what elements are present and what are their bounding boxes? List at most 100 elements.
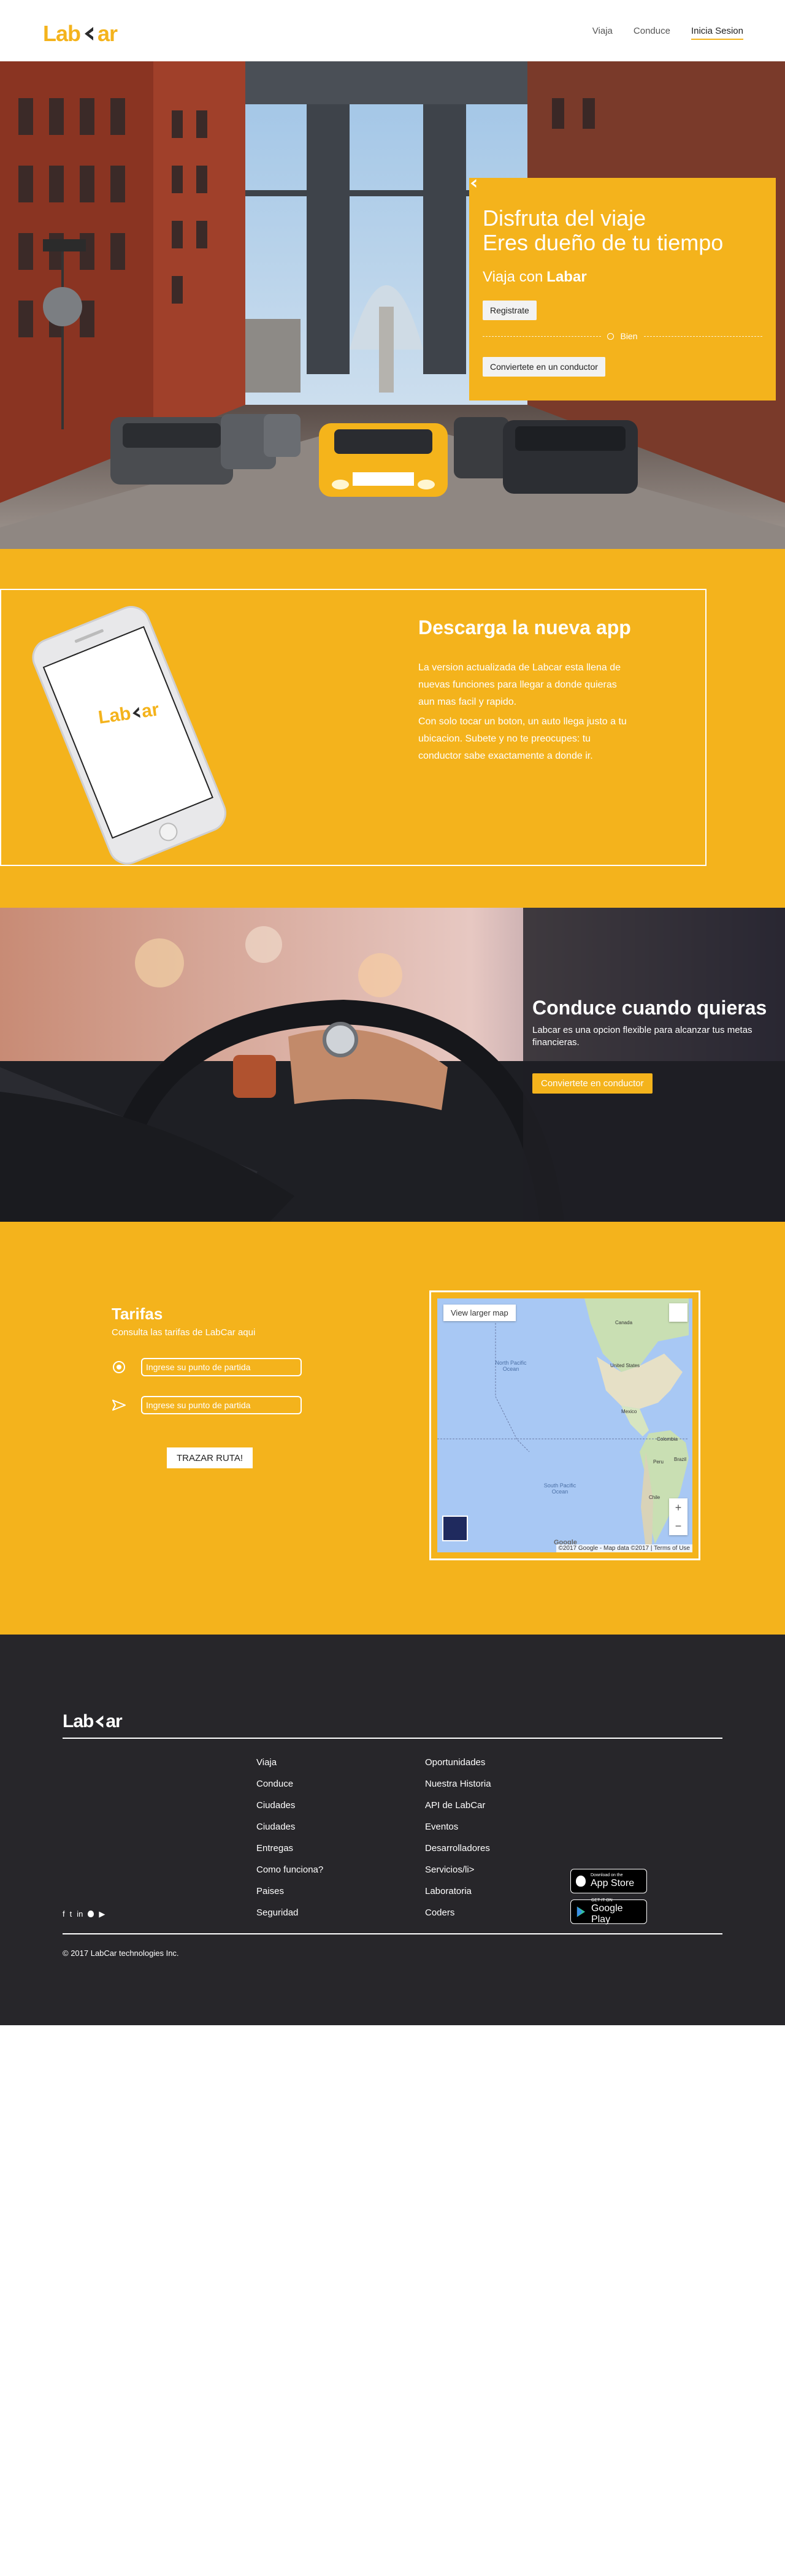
logo-text-left: Lab: [43, 21, 81, 46]
location-dot-icon: [113, 1361, 125, 1373]
twitter-icon[interactable]: t: [70, 1909, 72, 1919]
app-section: Lab ar Descarga la nueva app La version …: [0, 549, 785, 908]
header: Lab ar Viaja Conduce Inicia Sesion: [0, 0, 785, 61]
become-driver-cta[interactable]: Conviertete en conductor: [532, 1073, 653, 1094]
google-map[interactable]: View larger map North Pacific Ocean Sout…: [437, 1298, 692, 1552]
footer-link[interactable]: Laboratoria: [425, 1886, 491, 1907]
destination-row: [112, 1396, 302, 1414]
map-land-shapes: [437, 1298, 689, 1549]
footer-links-col2: Oportunidades Nuestra Historia API de La…: [425, 1757, 491, 1929]
hero-card: Disfruta del viaje Eres dueño de tu tiem…: [469, 178, 776, 401]
map-zoom-control[interactable]: + −: [669, 1498, 687, 1535]
nav-login[interactable]: Inicia Sesion: [691, 26, 743, 40]
map-attribution[interactable]: ©2017 Google - Map data ©2017 | Terms of…: [556, 1544, 692, 1552]
footer-link[interactable]: Eventos: [425, 1822, 491, 1843]
social-links: f t in ▶: [63, 1909, 105, 1919]
footer-link[interactable]: Ciudades: [256, 1800, 323, 1822]
register-button[interactable]: Registrate: [483, 301, 537, 320]
footer-logo-left: Lab: [63, 1711, 94, 1731]
hero-subtitle: Viaja con Lab ar: [470, 179, 762, 286]
zoom-out-button[interactable]: −: [675, 1520, 682, 1533]
driver-text: Labcar es una opcion flexible para alcan…: [532, 1025, 752, 1048]
app-paragraph-1: La version actualizada de Labcar esta ll…: [418, 662, 621, 707]
driver-section: Conduce cuando quieras Labcar es una opc…: [0, 908, 785, 1222]
footer-link[interactable]: Entregas: [256, 1843, 323, 1865]
footer-link[interactable]: Ciudades: [256, 1822, 323, 1843]
divider-row: Bien: [483, 331, 762, 341]
apple-icon[interactable]: [88, 1911, 94, 1917]
south-pacific-label: South Pacific Ocean: [543, 1482, 576, 1495]
origin-row: [112, 1358, 302, 1376]
top-nav: Viaja Conduce Inicia Sesion: [592, 26, 743, 40]
footer-link[interactable]: Desarrolladores: [425, 1843, 491, 1865]
youtube-icon[interactable]: ▶: [99, 1909, 105, 1919]
labcar-logo[interactable]: Lab ar: [43, 21, 118, 47]
google-play-text: GET IT ON Google Play: [591, 1898, 641, 1925]
google-play-small: GET IT ON: [591, 1898, 613, 1903]
divider-line-left: [483, 335, 602, 337]
footer-divider-top: [63, 1738, 722, 1739]
app-store-small: Download on the: [591, 1873, 623, 1877]
app-store-big: App Store: [591, 1878, 635, 1888]
chevron-left-icon: [95, 1715, 104, 1728]
become-driver-button[interactable]: Conviertete en un conductor: [483, 357, 605, 377]
footer-links-col1: Viaja Conduce Ciudades Ciudades Entregas…: [256, 1757, 323, 1929]
peru-label: Peru: [653, 1459, 664, 1465]
app-store-badge[interactable]: Download on the App Store: [570, 1869, 647, 1893]
google-play-badge[interactable]: GET IT ON Google Play: [570, 1898, 647, 1925]
trace-route-button[interactable]: TRAZAR RUTA!: [167, 1447, 253, 1468]
apple-icon: [576, 1876, 586, 1887]
linkedin-icon[interactable]: in: [77, 1909, 83, 1919]
hero-section: Disfruta del viaje Eres dueño de tu tiem…: [0, 61, 785, 549]
footer-link[interactable]: Viaja: [256, 1757, 323, 1779]
mini-logo-right: ar: [572, 269, 587, 285]
fullscreen-icon[interactable]: [669, 1303, 687, 1322]
phone-illustration: [32, 606, 226, 865]
destination-input[interactable]: [141, 1396, 302, 1414]
view-larger-map-link[interactable]: View larger map: [443, 1305, 516, 1321]
footer: Lab ar Viaja Conduce Ciudades Ciudades E…: [0, 1635, 785, 2025]
footer-logo[interactable]: Lab ar: [63, 1711, 123, 1732]
play-store-icon: [576, 1906, 586, 1917]
hero-title: Disfruta del viaje Eres dueño de tu tiem…: [483, 206, 762, 255]
mini-logo-left: Lab: [546, 269, 573, 285]
origin-input[interactable]: [141, 1358, 302, 1376]
rates-title: Tarifas: [112, 1305, 163, 1323]
footer-link[interactable]: Nuestra Historia: [425, 1779, 491, 1800]
footer-link[interactable]: API de LabCar: [425, 1800, 491, 1822]
north-pacific-label: North Pacific Ocean: [495, 1360, 527, 1372]
divider-text: Bien: [620, 331, 638, 341]
nav-conduce[interactable]: Conduce: [634, 26, 670, 40]
footer-link[interactable]: Conduce: [256, 1779, 323, 1800]
divider-line-right: [643, 335, 762, 337]
footer-link[interactable]: Servicios/li>: [425, 1865, 491, 1886]
footer-link[interactable]: Seguridad: [256, 1907, 323, 1929]
driver-title: Conduce cuando quieras: [532, 997, 767, 1019]
satellite-toggle[interactable]: [442, 1516, 468, 1541]
footer-link[interactable]: Coders: [425, 1907, 491, 1929]
footer-link[interactable]: Oportunidades: [425, 1757, 491, 1779]
phone-logo-right: ar: [140, 699, 161, 722]
circle-icon: [607, 332, 615, 340]
nav-viaja[interactable]: Viaja: [592, 26, 613, 40]
send-arrow-icon: [112, 1400, 126, 1411]
zoom-in-button[interactable]: +: [675, 1501, 682, 1514]
mexico-label: Mexico: [621, 1409, 637, 1414]
hero-mini-logo: Lab ar: [470, 179, 587, 286]
google-play-big: Google Play: [591, 1903, 623, 1925]
map-frame: View larger map North Pacific Ocean Sout…: [429, 1290, 700, 1560]
facebook-icon[interactable]: f: [63, 1909, 65, 1919]
hero-subtitle-prefix: Viaja con: [483, 269, 543, 285]
footer-divider-bottom: [63, 1933, 722, 1934]
canada-label: Canada: [615, 1320, 633, 1325]
footer-link[interactable]: Paises: [256, 1886, 323, 1907]
copyright: © 2017 LabCar technologies Inc.: [63, 1949, 179, 1958]
rates-subtitle: Consulta las tarifas de LabCar aqui: [112, 1327, 256, 1338]
brazil-label: Brazil: [674, 1457, 687, 1462]
logo-text-right: ar: [98, 21, 118, 46]
app-description: La version actualizada de Labcar esta ll…: [418, 659, 627, 765]
chevron-left-icon: [85, 27, 94, 40]
footer-link[interactable]: Como funciona?: [256, 1865, 323, 1886]
rates-section: Tarifas Consulta las tarifas de LabCar a…: [0, 1222, 785, 1635]
chile-label: Chile: [649, 1495, 661, 1500]
